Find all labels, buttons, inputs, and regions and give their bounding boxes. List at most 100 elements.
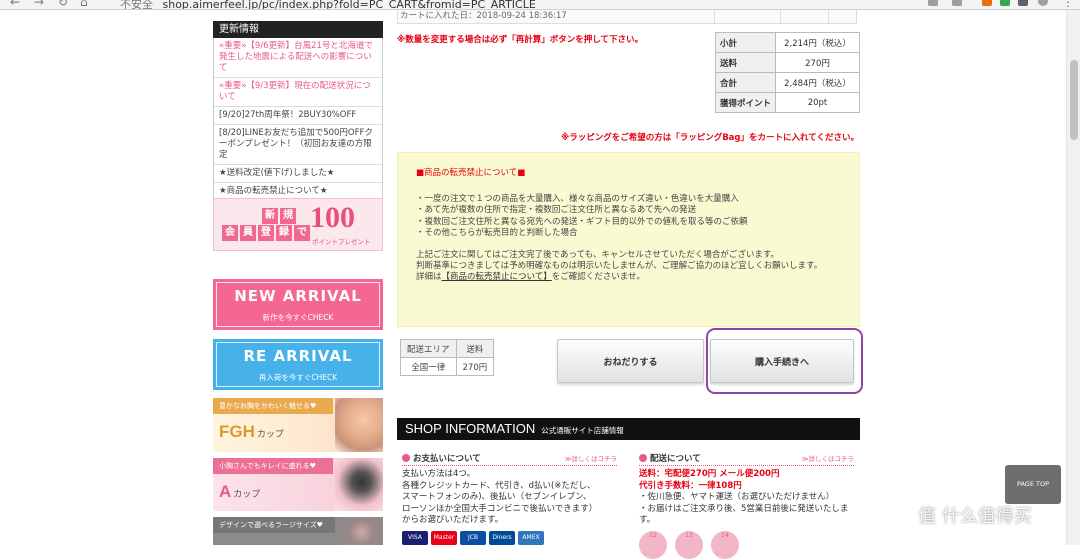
delivery-more-link[interactable]: ≫詳しくはコチラ [802,454,854,466]
resale-heading: ■商品の転売禁止について■ [416,168,526,178]
summary-row: 獲得ポイント 20pt [715,92,860,113]
a-banner-tagline: 小胸さんでもキレイに盛れる♥ [213,458,333,474]
a-banner-title: A カップ [219,482,260,502]
resale-paragraph: 上記ご注文に関してはご注文完了後であっても、キャンセルさせていただく場合がござい… [416,250,780,261]
a-cup-banner[interactable]: 小胸さんでもキレイに盛れる♥ A カップ [213,458,383,511]
cart-date-text: カートに入れた日：2018-09-24 18:36:17 [400,11,567,21]
banner-points-number: 100 [310,201,355,234]
watermark-text: 值 什么值得买 [918,506,1032,527]
re-arrival-banner[interactable]: RE ARRIVAL 再入荷を今すぐCHECK [213,339,383,390]
address-bar[interactable]: 不安全 shop.aimerfeel.jp/pc/index.php?fold=… [120,0,536,10]
profile-avatar[interactable] [1038,0,1048,6]
summary-value: 2,484円（税込） [775,72,860,93]
visa-logo: VISA [402,530,428,545]
payment-heading: お支払いについて ≫詳しくはコチラ [402,454,617,466]
delivery-heading-text: 配送について [650,454,701,464]
resale-prohibition-box: ■商品の転売禁止について■ ・一度の注文で１つの商品を大量購入、様々な商品のサイ… [397,152,860,327]
news-item[interactable]: ★送料改定(値下げ)しました★ [214,165,382,183]
summary-value: 2,214円（税込） [775,32,860,53]
cart-main: カートに入れた日：2018-09-24 18:36:17 ※数量を変更する場合は… [397,10,863,559]
recalc-notice: ※数量を変更する場合は必ず「再計算」ボタンを押して下さい。 [397,35,644,45]
order-summary-table: 小計 2,214円（税込） 送料 270円 合計 2,484円（税込） 獲得ポイント 2… [715,32,860,113]
amex-logo: AMEX [518,530,544,545]
cell-divider [714,10,715,24]
banner-chip: 録 [276,225,292,241]
news-item[interactable]: [8/20]LINEお友だち追加で500円OFFクーポンプレゼント！（初回お友達… [214,125,382,165]
sidebar: 更新情報 «重要»【9/6更新】台風21号と北海道で発生した地震による配送への影… [213,21,383,201]
re-arrival-title: RE ARRIVAL [243,347,353,365]
a-suffix: カップ [233,489,261,499]
extension-icon-3[interactable] [1018,0,1028,6]
resale-detail-link[interactable]: 【商品の転売禁止について】 [442,272,552,282]
home-icon[interactable]: ⌂ [80,0,88,9]
jcb-logo: JCB [460,530,486,545]
banner-chip: 登 [258,225,274,241]
banner-chip: 会 [222,225,238,241]
cell-divider [828,10,829,24]
page-top-button[interactable]: PAGE TOP [1005,465,1061,504]
member-signup-banner[interactable]: 新 規 会 員 登 録 で 100 ポイントプレゼント [213,198,383,251]
star-icon[interactable] [952,0,962,6]
forward-icon[interactable]: → [34,0,44,9]
new-arrival-banner[interactable]: NEW ARRIVAL 新作を今すぐCHECK [213,279,383,330]
payment-line: 各種クレジットカード、代引き、d払い(※ただし、 [402,480,596,491]
translate-icon[interactable] [928,0,938,6]
card-logos: VISA Master JCB Diners AMEX [402,530,617,545]
shipping-cell: 全国一律 [400,357,457,376]
mastercard-logo: Master [431,530,457,545]
news-heading: 更新情報 [213,21,383,38]
news-item[interactable]: «重要»【9/6更新】台風21号と北海道で発生した地震による配送への影響について [214,38,382,78]
scrollbar-thumb[interactable] [1070,60,1078,140]
extension-icon-2[interactable] [1000,0,1010,6]
shipping-fee-table: 配送エリア 送料 全国一律 270円 [400,339,495,376]
payment-line: からお選びいただけます。 [402,515,504,525]
delivery-line: ・佐川急便、ヤマト運送（お選びいただけません） [639,492,835,502]
model-photo [335,458,383,511]
summary-label: 小計 [715,32,776,53]
payment-line: ローソンほか全国大手コンビニで後払いできます） [402,503,598,514]
wrapping-notice: ※ラッピングをご希望の方は「ラッピングBag」をカートに入れてください。 [560,133,859,143]
detail-prefix: 詳細は [416,272,442,283]
resale-bullet: ・一度の注文で１つの商品を大量購入、様々な商品のサイズ違い・色違いを大量購入 [416,194,739,205]
resale-paragraph: 判断基準につきましては予め明確なものは明示いたしませんが、ご理解ご協力のほど宜し… [416,261,823,272]
summary-value: 270円 [775,52,860,73]
delivery-info: 配送について ≫詳しくはコチラ 送料：宅配便270円 メール便200円 代引き手数… [639,454,854,559]
shipping-header: 配送エリア [400,339,457,358]
wish-button[interactable]: おねだりする [557,339,704,383]
cart-added-date: カートに入れた日：2018-09-24 18:36:17 [397,10,857,24]
large-size-banner[interactable]: デザインで選べるラージサイズ♥ [213,517,383,545]
banner-chip: 新 [262,208,278,224]
back-icon[interactable]: ← [10,0,20,9]
model-photo [335,517,383,545]
news-item[interactable]: «重要»【9/3更新】現在の配送状況について [214,78,382,107]
summary-row: 小計 2,214円（税込） [715,32,860,53]
checkout-highlight-outline [706,328,863,394]
banner-chip: で [294,225,310,241]
menu-icon[interactable]: ⋮ [1062,0,1074,9]
fgh-banner-tagline: 豊かなお胸をかわいく魅せる♥ [213,398,333,414]
resale-detail: 詳細は【商品の転売禁止について】をご確認くださいませ。 [416,272,841,283]
shipping-header-row: 配送エリア 送料 [400,339,495,358]
shop-information-header: SHOP INFORMATION 公式通販サイト店舗情報 [397,418,860,440]
payment-more-link[interactable]: ≫詳しくはコチラ [565,454,617,466]
delivery-line: ・お届けはご注文承り後、5営業日前後に発送いたします。 [639,503,849,526]
summary-label: 合計 [715,72,776,93]
shipping-header: 送料 [455,339,495,358]
delivery-heading: 配送について ≫詳しくはコチラ [639,454,854,466]
shop-info-title: SHOP INFORMATION [405,421,536,436]
banner-chip: 員 [240,225,256,241]
model-photo [335,398,383,452]
summary-row: 合計 2,484円（税込） [715,72,860,93]
banner-chip: 規 [280,208,296,224]
summary-value: 20pt [775,92,860,113]
reload-icon[interactable]: ↻ [58,0,68,9]
extension-icon[interactable] [982,0,992,6]
browser-toolbar: ← → ↻ ⌂ 不安全 shop.aimerfeel.jp/pc/index.p… [0,0,1080,10]
a-name: A [219,482,232,501]
page-scrollbar[interactable] [1066,10,1080,545]
security-label: 不安全 [120,0,153,10]
fgh-cup-banner[interactable]: 豊かなお胸をかわいく魅せる♥ FGH カップ [213,398,383,452]
news-item[interactable]: [9/20]27th周年祭！2BUY30%OFF [214,107,382,125]
banner-points-sub: ポイントプレゼント [312,238,371,246]
